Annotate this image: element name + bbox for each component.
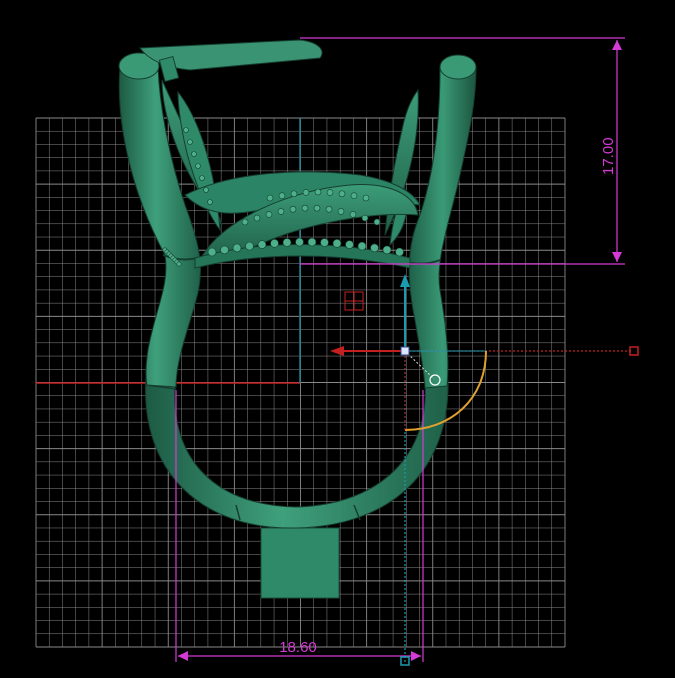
pave-stone (349, 211, 357, 218)
pave-stone (345, 240, 354, 249)
pave-stone (326, 189, 334, 196)
pave-stone (362, 194, 370, 202)
3d-viewport[interactable]: 17.00 18.60 (0, 0, 675, 678)
pave-stone (395, 247, 404, 257)
pave-stone (183, 127, 189, 133)
pave-stone (370, 243, 379, 253)
pave-stone (245, 241, 254, 251)
pave-stone (373, 218, 381, 226)
pave-stone (290, 190, 298, 198)
pave-stone (176, 261, 182, 267)
sprue-block[interactable] (260, 527, 340, 599)
pave-stone (357, 241, 367, 251)
pave-stone (266, 194, 274, 202)
pave-stone (220, 245, 229, 255)
pave-stone (195, 163, 201, 169)
dim-arrow-icon (411, 651, 421, 661)
pave-stone (314, 188, 322, 196)
pave-stone (203, 187, 209, 193)
pave-stone (241, 218, 249, 226)
pave-stone (307, 237, 317, 247)
pave-stone (191, 151, 197, 157)
pave-stone (270, 239, 279, 248)
width-dimension-label: 18.60 (279, 639, 317, 656)
dim-arrow-icon (178, 651, 188, 661)
pave-stone (295, 237, 304, 247)
pave-stone (199, 175, 205, 181)
move-x-arrow-icon[interactable] (330, 346, 344, 356)
ring-band[interactable] (145, 377, 449, 529)
dim-arrow-icon (612, 40, 622, 50)
pave-stone (232, 243, 242, 253)
pave-stone (325, 205, 333, 213)
dim-arrow-icon (612, 252, 622, 262)
pave-stone (187, 139, 193, 145)
pave-stone (257, 240, 267, 249)
right-shank[interactable] (408, 67, 477, 389)
pave-stone (382, 245, 392, 255)
pave-stone (332, 239, 342, 248)
pave-stone (337, 208, 345, 215)
transform-gizmo[interactable] (330, 274, 639, 666)
height-dimension-label: 17.00 (600, 137, 617, 175)
pave-stone (253, 214, 261, 222)
pave-stone (278, 192, 286, 200)
pivot-handle-icon[interactable] (400, 346, 410, 356)
gizmo-x-end-handle-icon[interactable] (629, 346, 639, 356)
pave-stone (289, 205, 297, 213)
pave-stone (277, 208, 285, 215)
right-prong-tip[interactable] (439, 54, 477, 80)
pave-stone (361, 214, 369, 222)
pave-stone (320, 238, 329, 247)
pave-stone (302, 189, 310, 196)
pave-stone (265, 211, 273, 218)
pave-stone (301, 204, 309, 212)
scene-canvas[interactable]: 17.00 18.60 (0, 0, 675, 678)
pave-stone (350, 192, 358, 200)
pave-stone (338, 190, 346, 198)
pave-stone (207, 199, 213, 205)
origin-marker-icon (344, 291, 364, 311)
pave-stone (207, 247, 217, 257)
move-y-arrow-icon[interactable] (400, 274, 410, 287)
pave-stone (282, 238, 292, 247)
pave-stone (313, 204, 321, 212)
